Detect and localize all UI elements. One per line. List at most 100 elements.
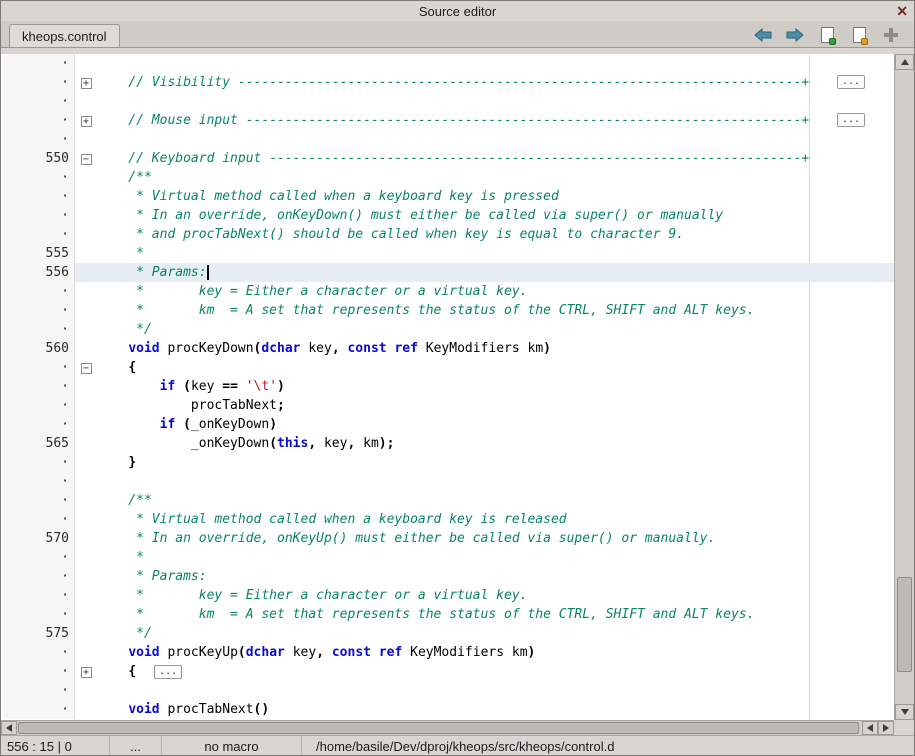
fold-column (75, 320, 97, 339)
code-text: } (97, 453, 894, 472)
code-text: void procTabNext() (97, 700, 894, 719)
code-line[interactable]: · (3, 681, 894, 700)
code-line[interactable]: · (3, 92, 894, 111)
scroll-left2-icon[interactable] (862, 721, 878, 735)
code-line[interactable]: · * Virtual method called when a keyboar… (3, 187, 894, 206)
fold-column (75, 510, 97, 529)
vertical-scroll-thumb[interactable] (897, 577, 912, 672)
vertical-scrollbar[interactable] (894, 54, 914, 720)
horizontal-scroll-track[interactable] (17, 721, 862, 735)
code-line[interactable]: · * key = Either a character or a virtua… (3, 282, 894, 301)
line-number: · (3, 491, 75, 510)
code-line[interactable]: · void procKeyUp(dchar key, const ref Ke… (3, 643, 894, 662)
line-number: · (3, 377, 75, 396)
code-text: _onKeyDown(this, key, km); (97, 434, 894, 453)
code-line[interactable]: · * km = A set that represents the statu… (3, 301, 894, 320)
fold-expand-icon[interactable]: + (81, 78, 92, 89)
fold-column: − (75, 149, 97, 168)
folded-code-ellipsis[interactable]: ... (837, 75, 865, 89)
code-line[interactable]: · * Params: (3, 567, 894, 586)
line-number: · (3, 282, 75, 301)
code-line[interactable]: · */ (3, 320, 894, 339)
fold-column: + (75, 111, 97, 130)
fold-column (75, 54, 97, 73)
line-number: · (3, 396, 75, 415)
tab-kheops-control[interactable]: kheops.control (9, 24, 120, 47)
code-line[interactable]: · (3, 472, 894, 491)
code-line[interactable]: 570 * In an override, onKeyUp() must eit… (3, 529, 894, 548)
horizontal-scroll-thumb[interactable] (18, 722, 859, 734)
code-text: * (97, 244, 894, 263)
code-text: * Params: (97, 263, 894, 282)
code-line[interactable]: ·+ // Visibility -----------------------… (3, 73, 894, 92)
fold-collapse-icon[interactable]: − (81, 154, 92, 165)
line-number: · (3, 472, 75, 491)
code-text (97, 472, 894, 491)
code-text: if (key == '\t') (97, 377, 894, 396)
fold-expand-icon[interactable]: + (81, 116, 92, 127)
code-line[interactable]: ·+ {... (3, 662, 894, 681)
code-line[interactable]: · * In an override, onKeyDown() must eit… (3, 206, 894, 225)
fold-column (75, 605, 97, 624)
fold-column (75, 567, 97, 586)
scroll-up-icon[interactable] (895, 54, 914, 70)
code-line[interactable]: · void procTabNext() (3, 700, 894, 719)
code-line[interactable]: · /** (3, 491, 894, 510)
fold-column (75, 206, 97, 225)
code-editor[interactable]: ··+ // Visibility ----------------------… (1, 54, 894, 720)
scroll-down-icon[interactable] (895, 704, 914, 720)
line-number: · (3, 187, 75, 206)
code-line[interactable]: 550− // Keyboard input -----------------… (3, 149, 894, 168)
code-line[interactable]: · (3, 130, 894, 149)
fold-column (75, 624, 97, 643)
detach-plus-icon[interactable] (880, 26, 902, 44)
folded-code-ellipsis[interactable]: ... (154, 665, 182, 679)
code-line[interactable]: ·− { (3, 358, 894, 377)
code-lines: ··+ // Visibility ----------------------… (3, 54, 894, 719)
fold-column (75, 472, 97, 491)
code-line[interactable]: · (3, 54, 894, 73)
code-line[interactable]: · if (key == '\t') (3, 377, 894, 396)
vertical-scroll-track[interactable] (895, 70, 914, 704)
code-line[interactable]: · if (_onKeyDown) (3, 415, 894, 434)
forward-arrow-icon[interactable] (784, 26, 806, 44)
fold-collapse-icon[interactable]: − (81, 363, 92, 374)
code-line[interactable]: · * and procTabNext() should be called w… (3, 225, 894, 244)
code-line[interactable]: · * key = Either a character or a virtua… (3, 586, 894, 605)
code-line[interactable]: 555 * (3, 244, 894, 263)
code-line[interactable]: ·+ // Mouse input ----------------------… (3, 111, 894, 130)
code-line[interactable]: · * km = A set that represents the statu… (3, 605, 894, 624)
code-text: * Params: (97, 567, 894, 586)
fold-column (75, 434, 97, 453)
code-line[interactable]: · * Virtual method called when a keyboar… (3, 510, 894, 529)
fold-column (75, 548, 97, 567)
document-add-icon[interactable] (816, 26, 838, 44)
code-line[interactable]: 560 void procKeyDown(dchar key, const re… (3, 339, 894, 358)
text-caret (207, 265, 209, 280)
code-line[interactable]: · } (3, 453, 894, 472)
code-line[interactable]: · /** (3, 168, 894, 187)
code-text (97, 681, 894, 700)
code-text: // Keyboard input ----------------------… (97, 149, 894, 168)
macro-status: no macro (161, 736, 301, 756)
code-line[interactable]: 556 * Params: (3, 263, 894, 282)
code-line[interactable]: 575 */ (3, 624, 894, 643)
editor-toolbar (752, 26, 910, 47)
horizontal-scrollbar[interactable] (1, 720, 894, 735)
code-line[interactable]: · * (3, 548, 894, 567)
fold-expand-icon[interactable]: + (81, 667, 92, 678)
fold-column (75, 92, 97, 111)
code-text: procTabNext; (97, 396, 894, 415)
line-number: · (3, 700, 75, 719)
folded-code-ellipsis[interactable]: ... (837, 113, 865, 127)
document-modified-icon[interactable] (848, 26, 870, 44)
scroll-right-icon[interactable] (878, 721, 894, 735)
fold-column (75, 529, 97, 548)
code-line[interactable]: 565 _onKeyDown(this, key, km); (3, 434, 894, 453)
code-line[interactable]: · procTabNext; (3, 396, 894, 415)
close-icon[interactable]: ✕ (896, 2, 908, 20)
line-number: 556 (3, 263, 75, 282)
back-arrow-icon[interactable] (752, 26, 774, 44)
scroll-left-icon[interactable] (1, 721, 17, 735)
fold-column (75, 282, 97, 301)
